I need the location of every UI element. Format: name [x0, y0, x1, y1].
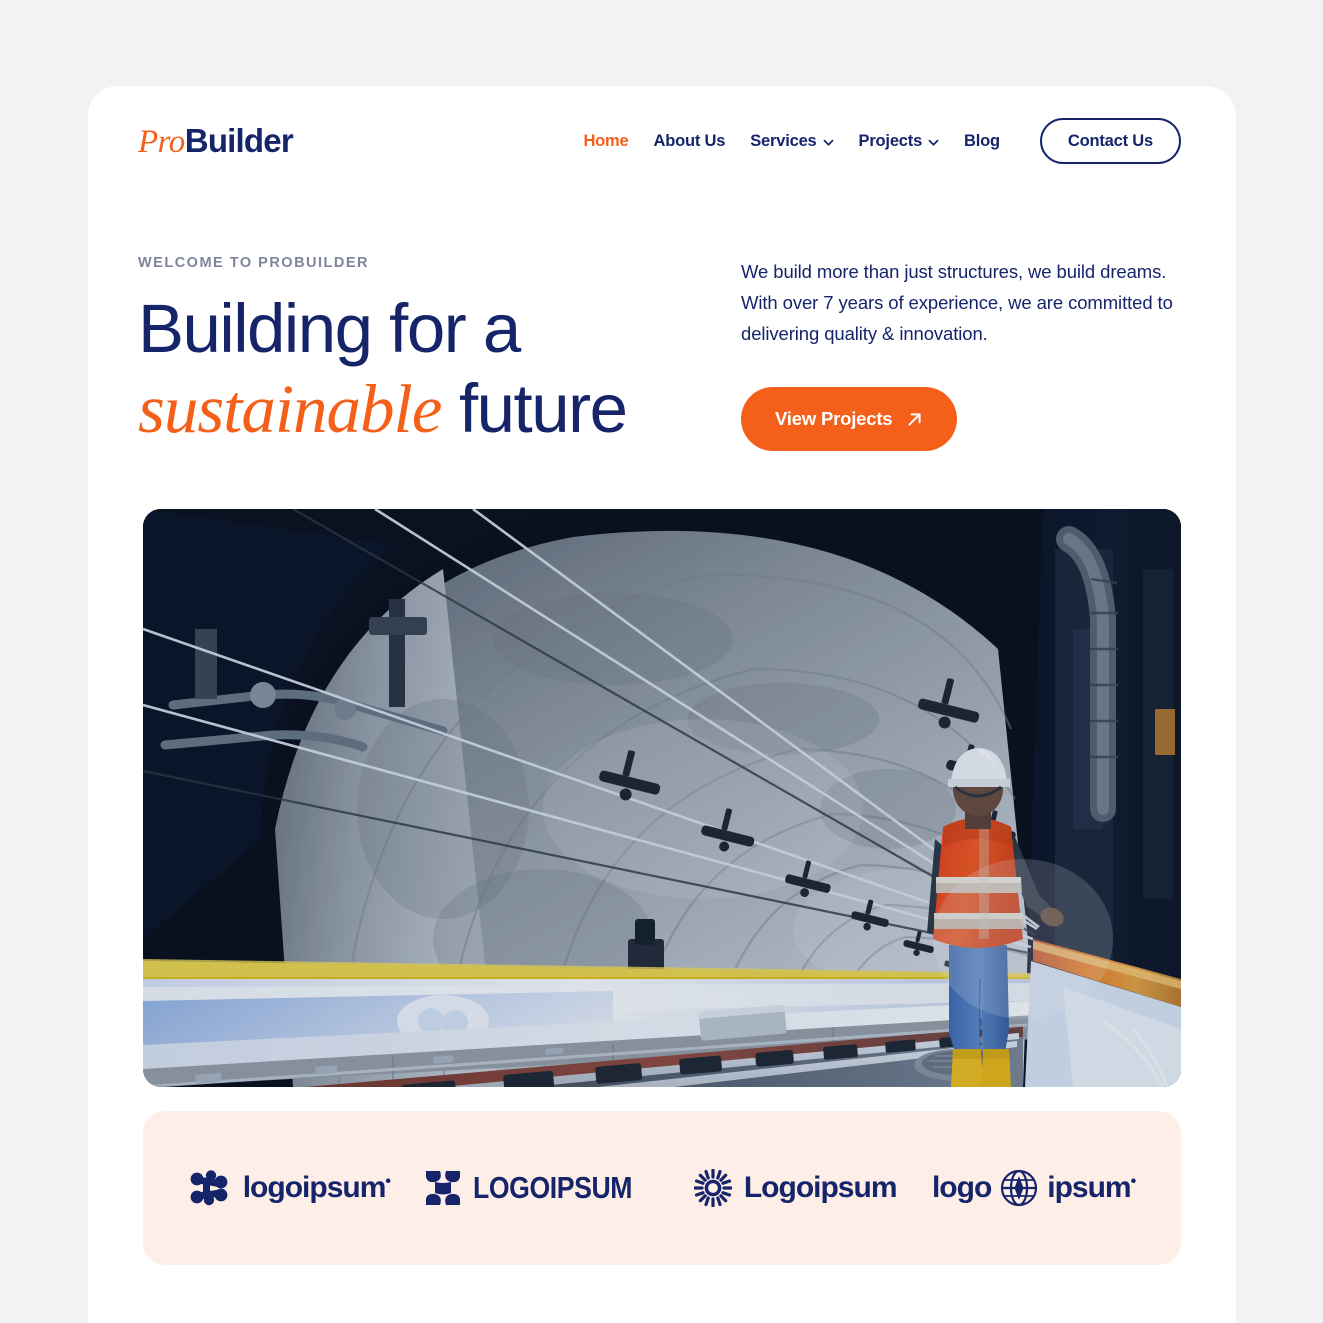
- contact-us-button[interactable]: Contact Us: [1039, 118, 1181, 164]
- trademark-dot-icon: •: [1130, 1173, 1137, 1190]
- nav-item-home[interactable]: Home: [583, 132, 628, 151]
- nav-item-home-label: Home: [583, 131, 629, 150]
- arrow-up-right-icon: [906, 411, 923, 428]
- nav-item-services[interactable]: Services: [750, 132, 833, 151]
- sunburst-icon: [693, 1169, 732, 1207]
- hero-description: We build more than just structures, we b…: [741, 261, 1173, 345]
- page-title: Building for a sustainable future: [138, 289, 698, 449]
- brand-logo-pro: Pro: [138, 123, 185, 160]
- hero-image: [143, 509, 1181, 1087]
- client-logo-4-label-before: logo: [931, 1171, 992, 1204]
- client-logo-3: Logoipsum: [693, 1169, 898, 1207]
- nav-item-blog-label: Blog: [964, 131, 1000, 150]
- headline-emphasis: sustainable: [138, 371, 442, 448]
- nav-item-about-us-label: About Us: [653, 131, 726, 150]
- chevron-down-icon: [823, 137, 834, 148]
- brand-logo-builder: Builder: [184, 121, 294, 159]
- butterfly-x-icon: [426, 1171, 461, 1205]
- client-logo-4-label-after: ipsum•: [1047, 1171, 1137, 1204]
- hero-copy-column: We build more than just structures, we b…: [741, 241, 1181, 452]
- main-navigation: Home About Us Services Projects Blog Con…: [583, 118, 1181, 164]
- nav-item-services-label: Services: [750, 131, 817, 150]
- molecule-dots-icon: [190, 1170, 228, 1206]
- client-logo-2: LOGOIPSUM: [425, 1169, 658, 1207]
- hero-text-column: WELCOME TO PROBUILDER Building for a sus…: [138, 241, 698, 451]
- client-logo-2-label: LOGOIPSUM: [473, 1170, 633, 1205]
- nav-item-projects-label: Projects: [858, 131, 923, 150]
- hero-eyebrow: WELCOME TO PROBUILDER: [138, 255, 370, 271]
- client-logo-3-label: Logoipsum: [743, 1171, 898, 1204]
- nav-item-projects[interactable]: Projects: [859, 132, 940, 151]
- chevron-down-icon: [928, 137, 939, 148]
- hero-section: WELCOME TO PROBUILDER Building for a sus…: [88, 241, 1236, 452]
- trademark-dot-icon: •: [385, 1173, 391, 1190]
- page-card: ProBuilder Home About Us Services Projec…: [88, 86, 1236, 1323]
- client-logo-1-label: logoipsum•: [242, 1171, 391, 1204]
- nav-item-about-us[interactable]: About Us: [654, 132, 726, 151]
- brand-logo[interactable]: ProBuilder: [138, 121, 294, 160]
- nav-item-blog[interactable]: Blog: [964, 132, 1000, 151]
- client-logo-4: logo ipsum•: [931, 1169, 1137, 1207]
- client-logos-strip: logoipsum• LOGOIPSUM Logoipsum logo ipsu…: [143, 1111, 1181, 1265]
- globe-icon: [1001, 1169, 1038, 1207]
- view-projects-button[interactable]: View Projects: [741, 387, 958, 452]
- client-logo-1: logoipsum•: [189, 1170, 391, 1206]
- headline-tail: future: [441, 370, 628, 448]
- view-projects-label: View Projects: [775, 408, 893, 430]
- site-header: ProBuilder Home About Us Services Projec…: [88, 86, 1236, 196]
- headline-line-1: Building for a: [138, 290, 521, 367]
